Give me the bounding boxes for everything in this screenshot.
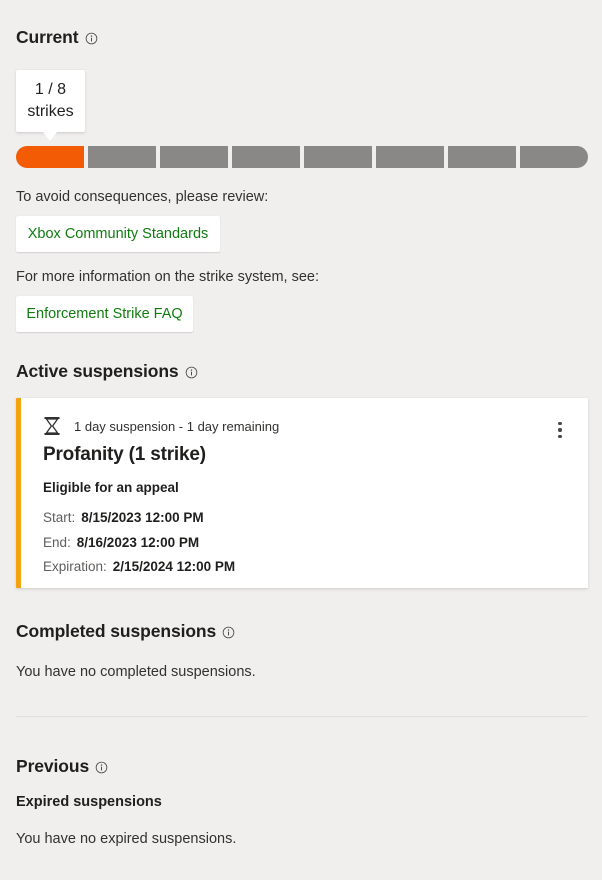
strike-segment-6: [376, 146, 444, 168]
strike-progress-bar: [16, 146, 588, 168]
info-circle-icon[interactable]: [185, 366, 198, 379]
suspension-start-value: 8/15/2023 12:00 PM: [81, 510, 204, 525]
kebab-dot-2: [558, 428, 562, 432]
current-heading-label: Current: [16, 27, 79, 47]
more-options-icon[interactable]: [546, 416, 574, 444]
strike-count-callout: 1 / 8 strikes: [16, 70, 85, 132]
info-circle-icon[interactable]: [222, 626, 235, 639]
suspension-end-row: End: 8/16/2023 12:00 PM: [43, 533, 235, 553]
info-circle-icon[interactable]: [95, 761, 108, 774]
suspension-expiration-label: Expiration:: [43, 559, 107, 575]
strike-segment-7: [448, 146, 516, 168]
suspension-dates-list: Start: 8/15/2023 12:00 PM End: 8/16/2023…: [43, 508, 235, 577]
strike-segment-1: [16, 146, 84, 168]
xbox-community-standards-button[interactable]: Xbox Community Standards: [16, 216, 220, 252]
suspension-expiration-row: Expiration: 2/15/2024 12:00 PM: [43, 557, 235, 577]
suspension-appeal-status: Eligible for an appeal: [43, 480, 179, 495]
suspension-end-label: End:: [43, 534, 71, 550]
current-section-heading: Current: [16, 27, 98, 48]
suspension-end-value: 8/16/2023 12:00 PM: [76, 534, 200, 550]
active-suspension-card: 1 day suspension - 1 day remaining Profa…: [16, 398, 588, 588]
previous-heading-label: Previous: [16, 756, 90, 776]
strike-segment-2: [88, 146, 156, 168]
hourglass-icon: [43, 416, 61, 436]
strike-count-fraction: 1 / 8: [34, 80, 67, 98]
strike-segment-5: [304, 146, 372, 168]
enforcement-strike-faq-button[interactable]: Enforcement Strike FAQ: [16, 296, 193, 332]
strike-segment-3: [160, 146, 228, 168]
suspension-start-row: Start: 8/15/2023 12:00 PM: [43, 508, 235, 528]
active-suspensions-label: Active suspensions: [16, 361, 179, 381]
more-info-prompt-text: For more information on the strike syste…: [16, 269, 319, 285]
suspension-duration-row: 1 day suspension - 1 day remaining: [43, 416, 279, 436]
strike-count-unit: strikes: [27, 102, 74, 120]
enforcement-strikes-page: Current 1 / 8 strikes To avoid consequen…: [0, 0, 602, 880]
section-divider: [16, 716, 588, 717]
kebab-dot-3: [558, 434, 562, 439]
completed-suspensions-empty-message: You have no completed suspensions.: [16, 664, 256, 680]
info-circle-icon[interactable]: [85, 32, 98, 45]
suspension-duration-text: 1 day suspension - 1 day remaining: [74, 418, 280, 434]
expired-suspensions-empty-message: You have no expired suspensions.: [16, 831, 237, 847]
active-suspensions-heading: Active suspensions: [16, 361, 198, 382]
suspension-expiration-value: 2/15/2024 12:00 PM: [112, 559, 236, 575]
review-prompt-text: To avoid consequences, please review:: [16, 189, 269, 205]
kebab-dot-1: [558, 421, 562, 426]
callout-pointer: [43, 132, 57, 141]
expired-suspensions-heading: Expired suspensions: [16, 794, 162, 810]
completed-suspensions-label: Completed suspensions: [16, 621, 217, 641]
previous-section-heading: Previous: [16, 756, 108, 777]
suspension-start-label: Start:: [43, 510, 76, 525]
strike-segment-4: [232, 146, 300, 168]
suspension-title: Profanity (1 strike): [43, 444, 206, 465]
completed-suspensions-heading: Completed suspensions: [16, 621, 235, 642]
strike-segment-8: [520, 146, 588, 168]
